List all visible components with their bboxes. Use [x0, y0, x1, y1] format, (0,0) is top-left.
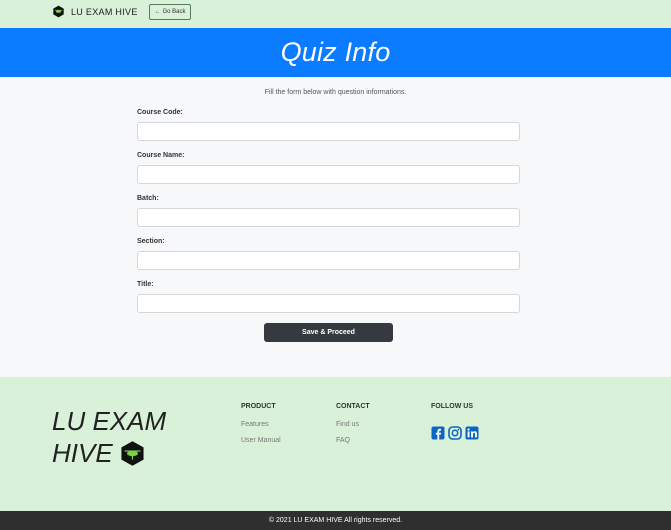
facebook-icon[interactable]: [431, 426, 445, 440]
footer-brand: LU EXAM HIVE: [52, 405, 166, 469]
title-input[interactable]: [137, 294, 520, 313]
course-name-input[interactable]: [137, 165, 520, 184]
brand-name: LU EXAM HIVE: [71, 6, 138, 17]
page-title: Quiz Info: [280, 37, 391, 67]
footer-brand-line2: HIVE: [52, 438, 113, 468]
follow-us-heading: FOLLOW US: [431, 403, 473, 410]
social-links: [431, 426, 479, 440]
footer: LU EXAM HIVE PRODUCT Features User Manua…: [0, 377, 671, 511]
section-label: Section:: [137, 238, 165, 245]
brand[interactable]: LU EXAM HIVE: [52, 5, 138, 18]
linkedin-icon[interactable]: [465, 426, 479, 440]
find-us-link[interactable]: Find us: [336, 421, 359, 428]
hive-logo-icon: [121, 441, 144, 466]
batch-label: Batch:: [137, 195, 159, 202]
product-heading: PRODUCT: [241, 403, 276, 410]
faq-link[interactable]: FAQ: [336, 437, 350, 444]
hive-logo-icon: [53, 5, 64, 18]
save-proceed-button[interactable]: Save & Proceed: [264, 323, 393, 342]
page-banner: Quiz Info: [0, 28, 671, 77]
copyright-bar: © 2021 LU EXAM HIVE All rights reserved.: [0, 511, 671, 530]
form-subtitle: Fill the form below with question inform…: [264, 89, 407, 96]
copyright-text: © 2021 LU EXAM HIVE All rights reserved.: [268, 517, 403, 524]
course-name-label: Course Name:: [137, 152, 185, 159]
user-manual-link[interactable]: User Manual: [241, 437, 281, 444]
footer-brand-line1: LU EXAM: [52, 406, 167, 436]
features-link[interactable]: Features: [241, 421, 269, 428]
instagram-icon[interactable]: [448, 426, 462, 440]
quiz-info-form: Fill the form below with question inform…: [0, 77, 671, 377]
go-back-button[interactable]: ← Go Back: [149, 4, 191, 20]
go-back-label: Go Back: [162, 9, 186, 15]
batch-input[interactable]: [137, 208, 520, 227]
section-input[interactable]: [137, 251, 520, 270]
top-navbar: LU EXAM HIVE ← Go Back: [0, 0, 671, 28]
course-code-input[interactable]: [137, 122, 520, 141]
title-label: Title:: [137, 281, 154, 288]
arrow-left-icon: ←: [154, 9, 161, 15]
course-code-label: Course Code:: [137, 109, 183, 116]
contact-heading: CONTACT: [336, 403, 370, 410]
